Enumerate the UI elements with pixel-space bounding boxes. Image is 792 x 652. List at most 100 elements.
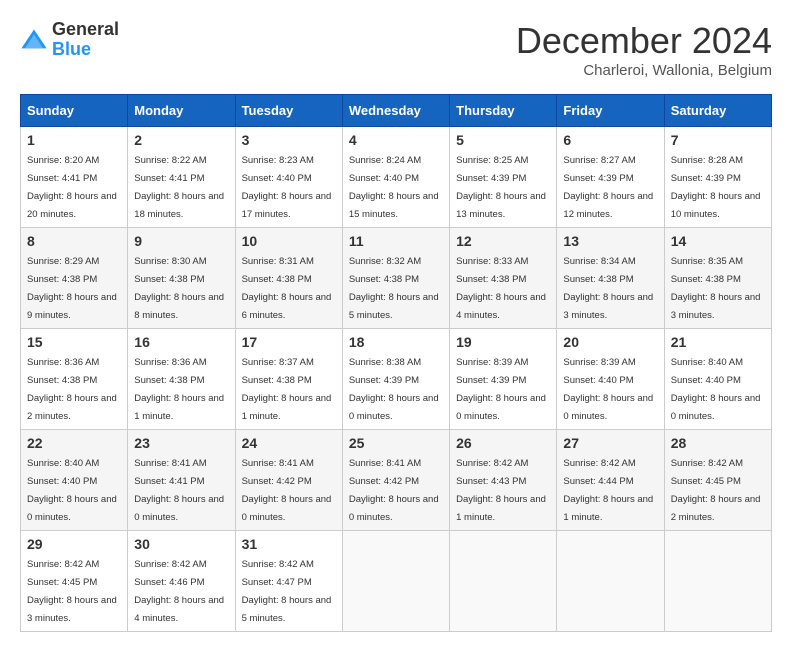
logo: General Blue (20, 20, 119, 60)
weekday-header-friday: Friday (557, 95, 664, 127)
cell-day-number: 19 (456, 334, 550, 350)
calendar-cell: 16 Sunrise: 8:36 AMSunset: 4:38 PMDaylig… (128, 329, 235, 430)
cell-sun-info: Sunrise: 8:41 AMSunset: 4:42 PMDaylight:… (349, 458, 439, 523)
weekday-header-wednesday: Wednesday (342, 95, 449, 127)
cell-sun-info: Sunrise: 8:40 AMSunset: 4:40 PMDaylight:… (27, 458, 117, 523)
cell-day-number: 20 (563, 334, 657, 350)
cell-sun-info: Sunrise: 8:32 AMSunset: 4:38 PMDaylight:… (349, 256, 439, 321)
cell-sun-info: Sunrise: 8:34 AMSunset: 4:38 PMDaylight:… (563, 256, 653, 321)
cell-day-number: 2 (134, 132, 228, 148)
calendar-cell: 10 Sunrise: 8:31 AMSunset: 4:38 PMDaylig… (235, 228, 342, 329)
calendar-week-row: 29 Sunrise: 8:42 AMSunset: 4:45 PMDaylig… (21, 531, 772, 632)
cell-sun-info: Sunrise: 8:28 AMSunset: 4:39 PMDaylight:… (671, 155, 761, 220)
cell-sun-info: Sunrise: 8:41 AMSunset: 4:42 PMDaylight:… (242, 458, 332, 523)
calendar-cell: 20 Sunrise: 8:39 AMSunset: 4:40 PMDaylig… (557, 329, 664, 430)
calendar-cell: 27 Sunrise: 8:42 AMSunset: 4:44 PMDaylig… (557, 430, 664, 531)
weekday-header-thursday: Thursday (450, 95, 557, 127)
logo-icon (20, 26, 48, 54)
calendar-cell: 29 Sunrise: 8:42 AMSunset: 4:45 PMDaylig… (21, 531, 128, 632)
cell-day-number: 29 (27, 536, 121, 552)
cell-sun-info: Sunrise: 8:27 AMSunset: 4:39 PMDaylight:… (563, 155, 653, 220)
cell-sun-info: Sunrise: 8:24 AMSunset: 4:40 PMDaylight:… (349, 155, 439, 220)
cell-sun-info: Sunrise: 8:23 AMSunset: 4:40 PMDaylight:… (242, 155, 332, 220)
calendar-cell (557, 531, 664, 632)
calendar-cell: 13 Sunrise: 8:34 AMSunset: 4:38 PMDaylig… (557, 228, 664, 329)
cell-sun-info: Sunrise: 8:20 AMSunset: 4:41 PMDaylight:… (27, 155, 117, 220)
calendar-week-row: 22 Sunrise: 8:40 AMSunset: 4:40 PMDaylig… (21, 430, 772, 531)
cell-day-number: 17 (242, 334, 336, 350)
calendar-cell: 25 Sunrise: 8:41 AMSunset: 4:42 PMDaylig… (342, 430, 449, 531)
weekday-header-row: SundayMondayTuesdayWednesdayThursdayFrid… (21, 95, 772, 127)
cell-sun-info: Sunrise: 8:31 AMSunset: 4:38 PMDaylight:… (242, 256, 332, 321)
cell-sun-info: Sunrise: 8:42 AMSunset: 4:45 PMDaylight:… (27, 559, 117, 624)
cell-sun-info: Sunrise: 8:36 AMSunset: 4:38 PMDaylight:… (27, 357, 117, 422)
calendar-cell: 24 Sunrise: 8:41 AMSunset: 4:42 PMDaylig… (235, 430, 342, 531)
cell-day-number: 30 (134, 536, 228, 552)
calendar-cell: 31 Sunrise: 8:42 AMSunset: 4:47 PMDaylig… (235, 531, 342, 632)
title-block: December 2024 Charleroi, Wallonia, Belgi… (516, 20, 772, 79)
cell-sun-info: Sunrise: 8:38 AMSunset: 4:39 PMDaylight:… (349, 357, 439, 422)
calendar-cell: 17 Sunrise: 8:37 AMSunset: 4:38 PMDaylig… (235, 329, 342, 430)
cell-sun-info: Sunrise: 8:42 AMSunset: 4:44 PMDaylight:… (563, 458, 653, 523)
calendar-cell: 4 Sunrise: 8:24 AMSunset: 4:40 PMDayligh… (342, 127, 449, 228)
calendar-cell: 30 Sunrise: 8:42 AMSunset: 4:46 PMDaylig… (128, 531, 235, 632)
calendar-cell (450, 531, 557, 632)
cell-day-number: 26 (456, 435, 550, 451)
calendar-cell: 15 Sunrise: 8:36 AMSunset: 4:38 PMDaylig… (21, 329, 128, 430)
calendar-table: SundayMondayTuesdayWednesdayThursdayFrid… (20, 94, 772, 632)
cell-sun-info: Sunrise: 8:42 AMSunset: 4:47 PMDaylight:… (242, 559, 332, 624)
cell-sun-info: Sunrise: 8:42 AMSunset: 4:45 PMDaylight:… (671, 458, 761, 523)
logo-general: General (52, 20, 119, 40)
cell-day-number: 13 (563, 233, 657, 249)
calendar-cell (342, 531, 449, 632)
cell-day-number: 4 (349, 132, 443, 148)
weekday-header-saturday: Saturday (664, 95, 771, 127)
calendar-week-row: 1 Sunrise: 8:20 AMSunset: 4:41 PMDayligh… (21, 127, 772, 228)
weekday-header-tuesday: Tuesday (235, 95, 342, 127)
cell-sun-info: Sunrise: 8:30 AMSunset: 4:38 PMDaylight:… (134, 256, 224, 321)
cell-day-number: 8 (27, 233, 121, 249)
cell-sun-info: Sunrise: 8:36 AMSunset: 4:38 PMDaylight:… (134, 357, 224, 422)
calendar-cell: 11 Sunrise: 8:32 AMSunset: 4:38 PMDaylig… (342, 228, 449, 329)
cell-day-number: 25 (349, 435, 443, 451)
calendar-cell: 19 Sunrise: 8:39 AMSunset: 4:39 PMDaylig… (450, 329, 557, 430)
cell-sun-info: Sunrise: 8:22 AMSunset: 4:41 PMDaylight:… (134, 155, 224, 220)
calendar-cell: 3 Sunrise: 8:23 AMSunset: 4:40 PMDayligh… (235, 127, 342, 228)
calendar-cell: 2 Sunrise: 8:22 AMSunset: 4:41 PMDayligh… (128, 127, 235, 228)
calendar-cell: 6 Sunrise: 8:27 AMSunset: 4:39 PMDayligh… (557, 127, 664, 228)
logo-blue: Blue (52, 40, 119, 60)
calendar-cell: 8 Sunrise: 8:29 AMSunset: 4:38 PMDayligh… (21, 228, 128, 329)
calendar-cell (664, 531, 771, 632)
cell-day-number: 6 (563, 132, 657, 148)
cell-day-number: 28 (671, 435, 765, 451)
cell-day-number: 27 (563, 435, 657, 451)
calendar-cell: 7 Sunrise: 8:28 AMSunset: 4:39 PMDayligh… (664, 127, 771, 228)
cell-day-number: 18 (349, 334, 443, 350)
cell-day-number: 22 (27, 435, 121, 451)
page-header: General Blue December 2024 Charleroi, Wa… (20, 20, 772, 79)
calendar-cell: 28 Sunrise: 8:42 AMSunset: 4:45 PMDaylig… (664, 430, 771, 531)
cell-sun-info: Sunrise: 8:33 AMSunset: 4:38 PMDaylight:… (456, 256, 546, 321)
cell-day-number: 15 (27, 334, 121, 350)
logo-text: General Blue (52, 20, 119, 60)
calendar-cell: 18 Sunrise: 8:38 AMSunset: 4:39 PMDaylig… (342, 329, 449, 430)
cell-day-number: 5 (456, 132, 550, 148)
calendar-cell: 12 Sunrise: 8:33 AMSunset: 4:38 PMDaylig… (450, 228, 557, 329)
calendar-week-row: 15 Sunrise: 8:36 AMSunset: 4:38 PMDaylig… (21, 329, 772, 430)
location: Charleroi, Wallonia, Belgium (516, 62, 772, 79)
calendar-cell: 14 Sunrise: 8:35 AMSunset: 4:38 PMDaylig… (664, 228, 771, 329)
cell-day-number: 3 (242, 132, 336, 148)
cell-day-number: 12 (456, 233, 550, 249)
cell-sun-info: Sunrise: 8:29 AMSunset: 4:38 PMDaylight:… (27, 256, 117, 321)
cell-day-number: 7 (671, 132, 765, 148)
cell-sun-info: Sunrise: 8:42 AMSunset: 4:43 PMDaylight:… (456, 458, 546, 523)
cell-sun-info: Sunrise: 8:39 AMSunset: 4:39 PMDaylight:… (456, 357, 546, 422)
calendar-week-row: 8 Sunrise: 8:29 AMSunset: 4:38 PMDayligh… (21, 228, 772, 329)
cell-sun-info: Sunrise: 8:39 AMSunset: 4:40 PMDaylight:… (563, 357, 653, 422)
cell-day-number: 16 (134, 334, 228, 350)
cell-day-number: 23 (134, 435, 228, 451)
calendar-cell: 22 Sunrise: 8:40 AMSunset: 4:40 PMDaylig… (21, 430, 128, 531)
cell-sun-info: Sunrise: 8:35 AMSunset: 4:38 PMDaylight:… (671, 256, 761, 321)
calendar-cell: 26 Sunrise: 8:42 AMSunset: 4:43 PMDaylig… (450, 430, 557, 531)
cell-sun-info: Sunrise: 8:42 AMSunset: 4:46 PMDaylight:… (134, 559, 224, 624)
